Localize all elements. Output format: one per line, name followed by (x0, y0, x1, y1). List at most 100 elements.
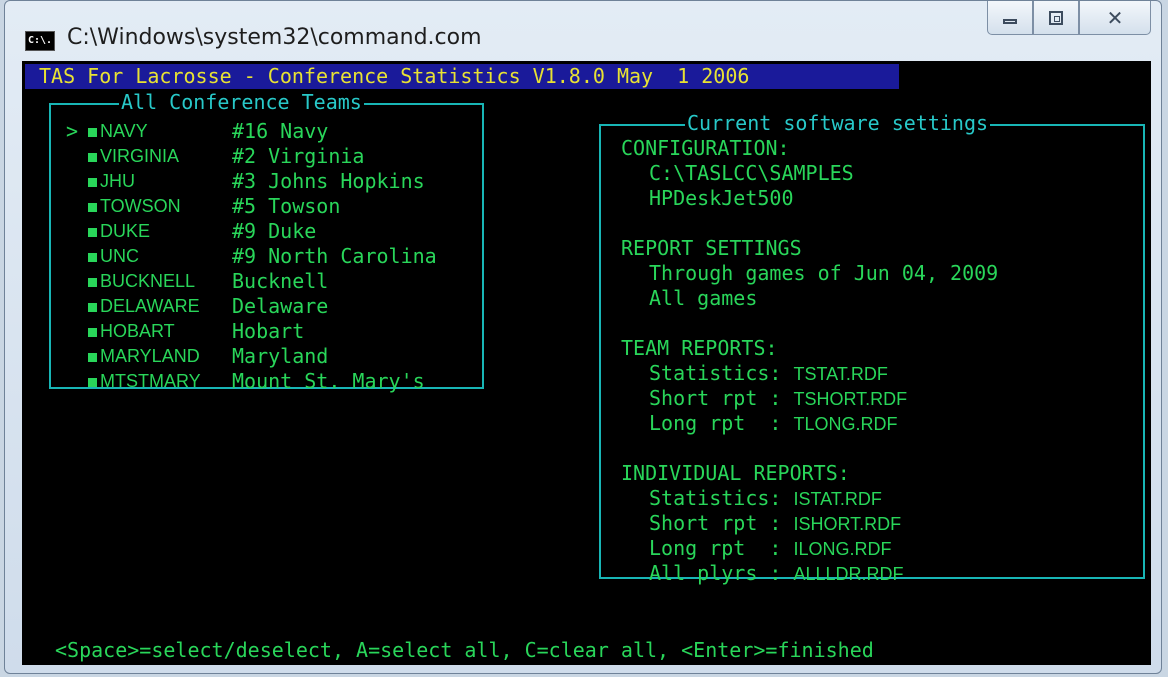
selected-marker-icon (88, 128, 97, 137)
team-name: #2 Virginia (232, 144, 365, 168)
individual-short-file: ISHORT.RDF (793, 514, 902, 534)
team-name: #9 North Carolina (232, 244, 437, 268)
teams-panel: All Conference Teams > NAVY #16 Navy VIRGIN… (49, 90, 484, 393)
team-code: NAVY (100, 121, 148, 141)
selection-cursor (66, 319, 88, 344)
team-code: JHU (100, 171, 135, 191)
team-row-navy[interactable]: > NAVY #16 Navy (66, 119, 328, 144)
team-short-report: Short rpt : TSHORT.RDF (649, 386, 907, 412)
selection-cursor: > (66, 119, 79, 143)
selected-marker-icon (88, 303, 97, 312)
team-row-maryland[interactable]: MARYLAND Maryland (66, 344, 328, 369)
window-controls: ✕ (987, 1, 1151, 37)
team-statistics-file: TSTAT.RDF (793, 364, 888, 384)
selected-marker-icon (88, 328, 97, 337)
team-code: TOWSON (100, 196, 181, 216)
individual-statistics-file: ISTAT.RDF (793, 489, 882, 509)
team-code: MTSTMARY (100, 371, 201, 391)
selected-marker-icon (88, 178, 97, 187)
team-name: Mount St. Mary's (232, 369, 425, 393)
team-row-delaware[interactable]: DELAWARE Delaware (66, 294, 328, 319)
individual-all-players-file: ALLLDR.RDF (793, 564, 904, 584)
team-row-unc[interactable]: UNC #9 North Carolina (66, 244, 437, 269)
console-screen: TAS For Lacrosse - Conference Statistics… (22, 61, 1151, 665)
team-row-virginia[interactable]: VIRGINIA #2 Virginia (66, 144, 364, 169)
maximize-button[interactable] (1033, 1, 1079, 35)
hotkey-help-line: <Space>=select/deselect, A=select all, C… (55, 638, 874, 662)
selection-cursor (66, 144, 88, 169)
team-row-mtstmary[interactable]: MTSTMARY Mount St. Mary's (66, 369, 425, 394)
team-name: #5 Towson (232, 194, 341, 218)
close-button[interactable]: ✕ (1079, 1, 1151, 35)
team-row-duke[interactable]: DUKE #9 Duke (66, 219, 316, 244)
team-name: #9 Duke (232, 219, 317, 243)
team-row-towson[interactable]: TOWSON #5 Towson (66, 194, 340, 219)
selection-cursor (66, 294, 88, 319)
team-long-file: TLONG.RDF (793, 414, 898, 434)
individual-short-report: Short rpt : ISHORT.RDF (649, 511, 901, 537)
individual-all-players-report: All plyrs : ALLLDR.RDF (649, 561, 904, 587)
selected-marker-icon (88, 228, 97, 237)
individual-reports-heading: INDIVIDUAL REPORTS: (621, 461, 850, 485)
selected-marker-icon (88, 253, 97, 262)
team-code: HOBART (100, 321, 175, 341)
team-short-label: Short rpt : (649, 386, 794, 410)
selected-marker-icon (88, 153, 97, 162)
team-row-jhu[interactable]: JHU #3 Johns Hopkins (66, 169, 425, 194)
selection-cursor (66, 219, 88, 244)
console-window: C:\. C:\Windows\system32\command.com ✕ T… (4, 0, 1162, 674)
team-name: #16 Navy (232, 119, 329, 143)
selection-cursor (66, 194, 88, 219)
team-code: UNC (100, 246, 139, 266)
selected-marker-icon (88, 203, 97, 212)
command-prompt-icon[interactable]: C:\. (25, 31, 55, 51)
individual-statistics-report: Statistics: ISTAT.RDF (649, 486, 882, 512)
team-name: #3 Johns Hopkins (232, 169, 425, 193)
team-code: DUKE (100, 221, 151, 241)
team-long-report: Long rpt : TLONG.RDF (649, 411, 898, 437)
window-title: C:\Windows\system32\command.com (67, 25, 482, 50)
configuration-printer: HPDeskJet500 (649, 186, 794, 210)
team-name: Delaware (232, 294, 329, 318)
report-games-scope: All games (649, 286, 758, 310)
selection-cursor (66, 344, 88, 369)
window-title-bar[interactable]: C:\. C:\Windows\system32\command.com ✕ (5, 1, 1161, 59)
minimize-icon (1003, 19, 1017, 24)
team-row-hobart[interactable]: HOBART Hobart (66, 319, 304, 344)
selected-marker-icon (88, 353, 97, 362)
teams-panel-title: All Conference Teams (119, 90, 364, 115)
individual-long-report: Long rpt : ILONG.RDF (649, 536, 892, 562)
team-long-label: Long rpt : (649, 411, 794, 435)
selection-cursor (66, 269, 88, 294)
team-name: Hobart (232, 319, 305, 343)
selected-marker-icon (88, 378, 97, 387)
close-icon: ✕ (1106, 5, 1124, 30)
individual-long-label: Long rpt : (649, 536, 794, 560)
configuration-heading: CONFIGURATION: (621, 136, 790, 160)
selection-cursor (66, 369, 88, 394)
individual-long-file: ILONG.RDF (793, 539, 892, 559)
settings-panel-title: Current software settings (685, 111, 991, 136)
selection-cursor (66, 244, 88, 269)
team-statistics-label: Statistics: (649, 361, 794, 385)
team-row-bucknell[interactable]: BUCKNELL Bucknell (66, 269, 328, 294)
minimize-button[interactable] (987, 1, 1033, 35)
selection-cursor (66, 169, 88, 194)
program-title-bar: TAS For Lacrosse - Conference Statistics… (25, 64, 899, 89)
individual-all-players-label: All plyrs : (649, 561, 794, 585)
maximize-icon (1049, 10, 1063, 25)
settings-panel: Current software settings CONFIGURATION:… (599, 111, 1145, 585)
team-statistics-report: Statistics: TSTAT.RDF (649, 361, 888, 387)
team-code: VIRGINIA (100, 146, 180, 166)
individual-short-label: Short rpt : (649, 511, 794, 535)
team-short-file: TSHORT.RDF (793, 389, 908, 409)
individual-statistics-label: Statistics: (649, 486, 794, 510)
report-through-date: Through games of Jun 04, 2009 (649, 261, 999, 285)
team-code: DELAWARE (100, 296, 200, 316)
configuration-path: C:\TASLCC\SAMPLES (649, 161, 854, 185)
team-name: Bucknell (232, 269, 329, 293)
report-settings-heading: REPORT SETTINGS (621, 236, 802, 260)
team-code: BUCKNELL (100, 271, 196, 291)
selected-marker-icon (88, 278, 97, 287)
team-name: Maryland (232, 344, 329, 368)
